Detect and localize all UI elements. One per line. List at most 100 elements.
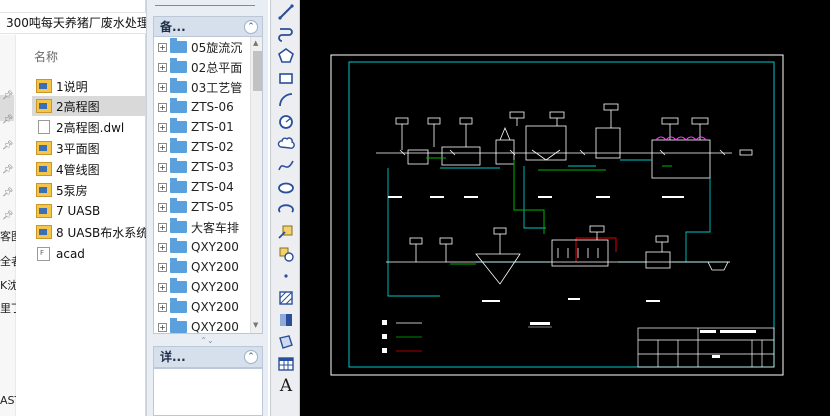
expand-icon[interactable]: + <box>158 262 167 272</box>
folder-path[interactable]: 300吨每天养猪厂废水处理 <box>0 12 146 34</box>
file-item-selected[interactable]: 2高程图 <box>32 96 146 116</box>
tree-item[interactable]: + QXY200 <box>154 237 250 257</box>
file-item[interactable]: 2高程图.dwl <box>32 117 146 137</box>
tree-item-label: QXY200 <box>191 320 239 334</box>
file-name: 4管线图 <box>56 162 100 177</box>
tree-item[interactable]: +02总平面 <box>154 57 250 77</box>
rectangle-icon[interactable] <box>275 68 297 88</box>
polygon-icon[interactable] <box>275 46 297 66</box>
arc-icon[interactable] <box>275 90 297 110</box>
folder-icon <box>170 258 187 273</box>
spline-icon[interactable] <box>275 156 297 176</box>
tree-item[interactable]: + QXY200 <box>154 257 250 277</box>
expand-icon[interactable]: + <box>158 82 167 92</box>
file-item[interactable]: acad <box>32 244 146 264</box>
details-panel-header[interactable]: 详... ⌃ <box>153 346 263 368</box>
expand-icon[interactable]: + <box>158 282 167 292</box>
tree-item-label: ZTS-02 <box>191 140 234 154</box>
expand-icon[interactable]: + <box>158 42 167 52</box>
panel-splitter-icon[interactable]: ⌃⌄ <box>197 337 217 345</box>
point-icon[interactable] <box>275 266 297 286</box>
folder-tree[interactable]: +05旋流沉 +02总平面 +03工艺管 + ZTS-06 + ZTS-01 + ZT… <box>153 36 263 334</box>
sheet-border <box>330 54 784 376</box>
nav-item[interactable]: K沈 <box>0 278 16 294</box>
collapse-chevron-icon[interactable]: ⌃ <box>244 20 258 34</box>
ellipse-arc-icon[interactable] <box>275 200 297 220</box>
pin-icon[interactable]: 📌︎ <box>2 188 13 198</box>
insert-block-icon[interactable] <box>275 222 297 242</box>
details-panel-title: 详... <box>160 350 186 364</box>
expand-icon[interactable]: + <box>158 322 167 332</box>
file-name: 2高程图 <box>56 99 100 114</box>
scroll-down-icon[interactable]: ▼ <box>253 321 258 329</box>
drawing-viewport[interactable] <box>300 0 830 416</box>
pin-icon[interactable]: 📌︎ <box>2 115 13 125</box>
file-item[interactable]: 7 UASB <box>32 201 146 221</box>
tree-item-label: 02总平面 <box>191 60 243 75</box>
file-item[interactable]: 1说明 <box>32 76 146 96</box>
tree-item[interactable]: + ZTS-05 <box>154 197 250 217</box>
revision-cloud-icon[interactable] <box>275 134 297 154</box>
file-item[interactable]: 5泵房 <box>32 180 146 200</box>
tree-item[interactable]: + ZTS-03 <box>154 157 250 177</box>
make-block-icon[interactable] <box>275 244 297 264</box>
scroll-thumb[interactable] <box>253 51 262 91</box>
tree-item-label: ZTS-06 <box>191 100 234 114</box>
name-column-header[interactable]: 名称 <box>34 48 58 65</box>
hatch-icon[interactable] <box>275 288 297 308</box>
expand-icon[interactable]: + <box>158 222 167 232</box>
green-pipes <box>426 157 672 265</box>
tree-item[interactable]: +05旋流沉 <box>154 37 250 57</box>
expand-icon[interactable]: + <box>158 302 167 312</box>
tree-item[interactable]: + ZTS-04 <box>154 177 250 197</box>
tree-item-label: ZTS-05 <box>191 200 234 214</box>
expand-icon[interactable]: + <box>158 202 167 212</box>
tree-item[interactable]: + QXY200 <box>154 297 250 317</box>
file-explorer-pane: 300吨每天养猪厂废水处理 📌︎ 📌︎ 📌︎ 📌︎ 📌︎ 📌︎ 客图 全者 K沈… <box>0 0 146 416</box>
dwg-file-icon <box>36 141 52 155</box>
expand-icon[interactable]: + <box>158 162 167 172</box>
tree-item[interactable]: + 大客车排 <box>154 217 250 237</box>
expand-icon[interactable]: + <box>158 182 167 192</box>
tree-item-label: ZTS-03 <box>191 160 234 174</box>
table-icon[interactable] <box>275 354 297 374</box>
region-icon[interactable] <box>275 332 297 352</box>
expand-icon[interactable]: + <box>158 242 167 252</box>
tree-item[interactable]: + ZTS-06 <box>154 97 250 117</box>
tree-item[interactable]: + ZTS-02 <box>154 137 250 157</box>
polyline-icon[interactable] <box>275 24 297 44</box>
tree-scrollbar[interactable]: ▲ ▼ <box>250 37 262 333</box>
pin-icon[interactable]: 📌︎ <box>2 141 13 151</box>
expand-icon[interactable]: + <box>158 122 167 132</box>
nav-item[interactable]: AST <box>0 393 16 409</box>
folder-icon <box>170 218 187 233</box>
gradient-icon[interactable] <box>275 310 297 330</box>
navigation-pane[interactable]: 📌︎ 📌︎ 📌︎ 📌︎ 📌︎ 📌︎ 客图 全者 K沈 里丁 AST <box>0 35 16 416</box>
pin-icon[interactable]: 📌︎ <box>2 165 13 175</box>
nav-item[interactable]: 客图 <box>0 229 16 245</box>
circle-icon[interactable] <box>275 112 297 132</box>
collapse-chevron-icon[interactable]: ⌃ <box>244 350 258 364</box>
nav-item[interactable]: 全者 <box>0 254 16 270</box>
expand-icon[interactable]: + <box>158 142 167 152</box>
line-icon[interactable] <box>275 2 297 22</box>
pin-icon[interactable]: 📌︎ <box>2 211 13 221</box>
palette-link[interactable] <box>155 0 255 6</box>
nav-item[interactable]: 里丁 <box>0 301 16 317</box>
scroll-up-icon[interactable]: ▲ <box>253 39 258 47</box>
tree-item[interactable]: + QXY200 <box>154 317 250 334</box>
tree-item[interactable]: + ZTS-01 <box>154 117 250 137</box>
file-item[interactable]: 3平面图 <box>32 138 146 158</box>
pin-icon[interactable]: 📌︎ <box>2 91 13 101</box>
ellipse-icon[interactable] <box>275 178 297 198</box>
folder-icon <box>170 78 187 93</box>
tree-item[interactable]: +03工艺管 <box>154 77 250 97</box>
file-item[interactable]: 8 UASB布水系统 <box>32 222 146 242</box>
multiline-text-icon[interactable]: A <box>275 376 297 396</box>
expand-icon[interactable]: + <box>158 102 167 112</box>
file-item[interactable]: 4管线图 <box>32 159 146 179</box>
folders-panel-header[interactable]: 备... ⌃ <box>153 16 263 38</box>
legend <box>382 320 422 353</box>
tree-item[interactable]: + QXY200 <box>154 277 250 297</box>
expand-icon[interactable]: + <box>158 62 167 72</box>
